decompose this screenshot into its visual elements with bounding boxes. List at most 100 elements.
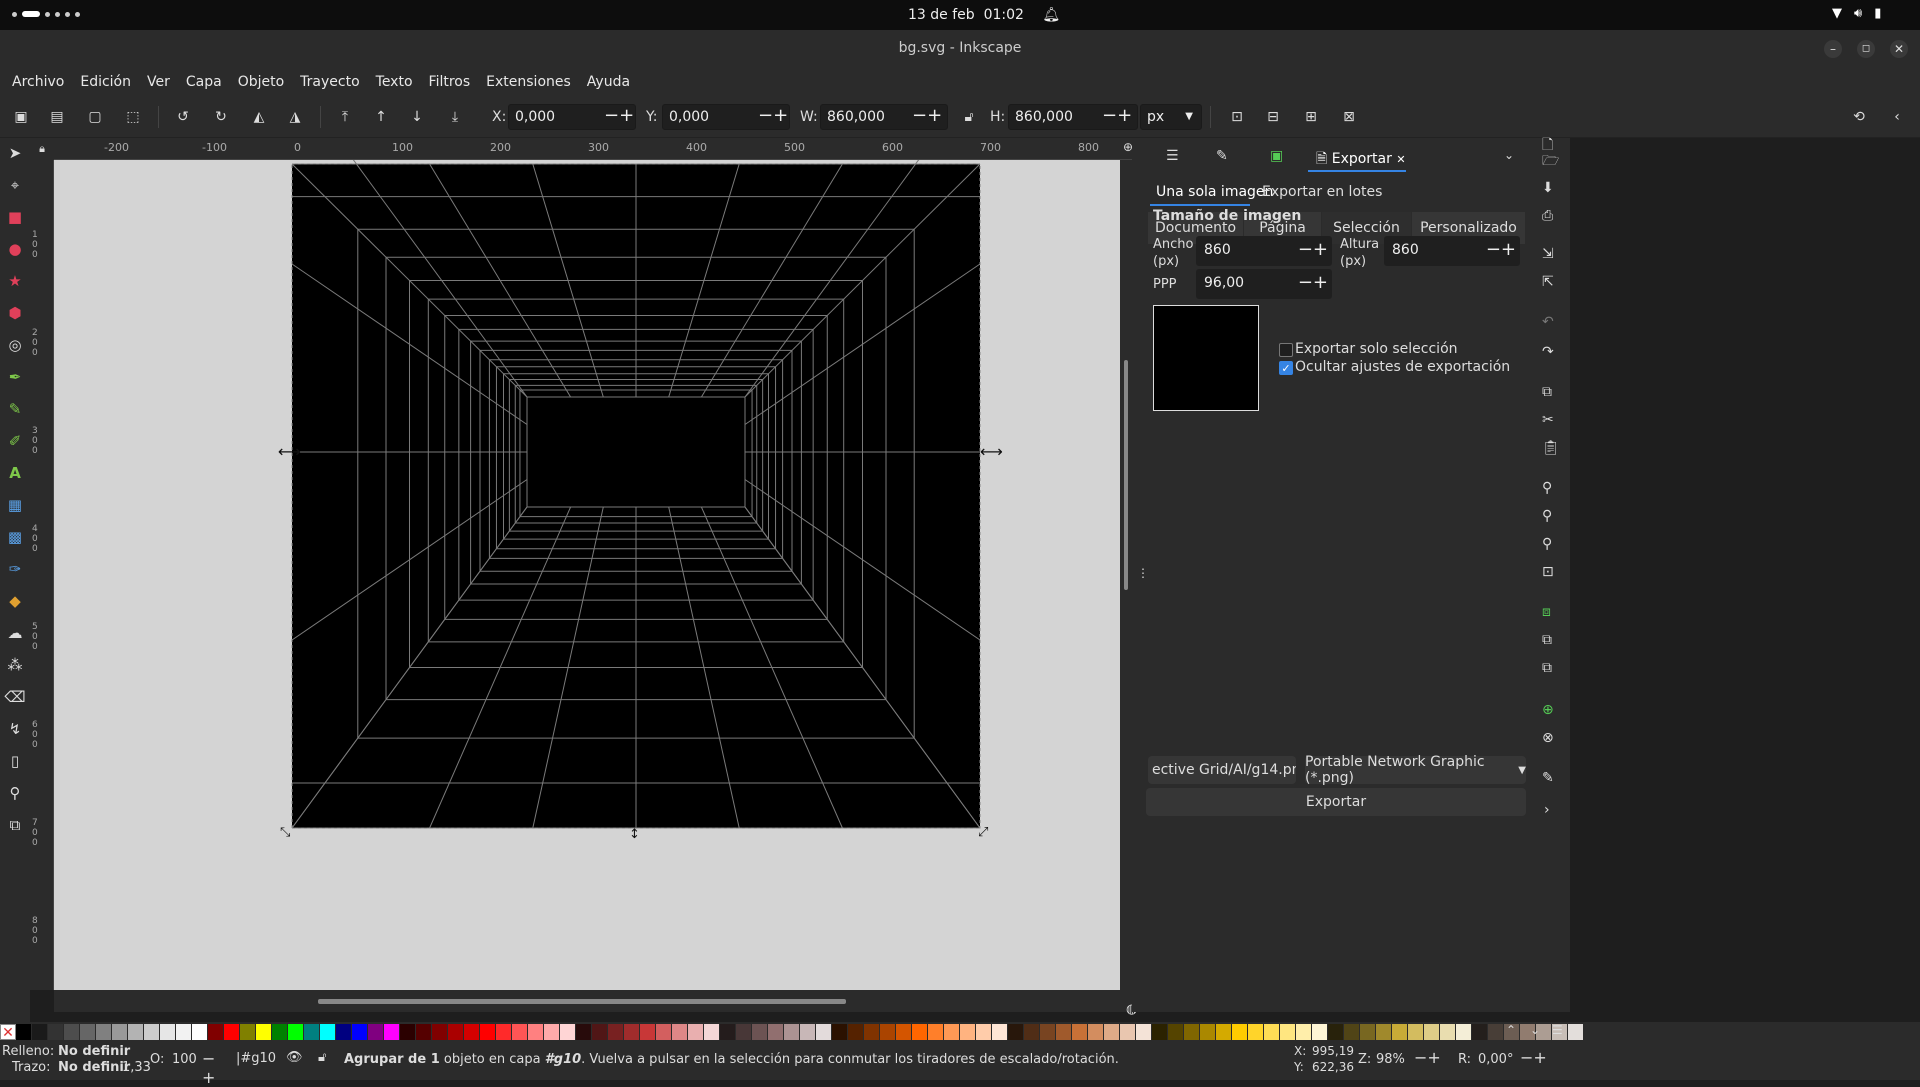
color-swatch[interactable] xyxy=(1264,1024,1280,1040)
color-swatch[interactable] xyxy=(352,1024,368,1040)
height-stepper[interactable]: −+ xyxy=(1486,239,1516,260)
color-swatch[interactable] xyxy=(320,1024,336,1040)
color-swatch[interactable] xyxy=(432,1024,448,1040)
transform-gradients-icon[interactable]: ⊞ xyxy=(1298,104,1324,130)
color-swatch[interactable] xyxy=(864,1024,880,1040)
mesh-tool-icon[interactable]: ▩ xyxy=(4,526,26,548)
star-tool-icon[interactable]: ★ xyxy=(4,270,26,292)
color-swatch[interactable] xyxy=(560,1024,576,1040)
pen-tool-icon[interactable]: ✒ xyxy=(4,366,26,388)
text-tool-icon[interactable]: A xyxy=(4,462,26,484)
scale-handle-corner-bl-icon[interactable]: ⤡ xyxy=(280,825,291,840)
color-swatch[interactable] xyxy=(1136,1024,1152,1040)
palette-menu-icon[interactable]: ☰ xyxy=(1552,1023,1563,1037)
width-stepper[interactable]: −+ xyxy=(1298,239,1328,260)
fill-value[interactable]: No definir xyxy=(58,1044,130,1059)
color-swatch[interactable] xyxy=(768,1024,784,1040)
eraser-tool-icon[interactable]: ⌫ xyxy=(4,686,26,708)
color-swatch[interactable] xyxy=(656,1024,672,1040)
color-swatch[interactable] xyxy=(1312,1024,1328,1040)
color-swatch[interactable] xyxy=(176,1024,192,1040)
color-swatch[interactable] xyxy=(1168,1024,1184,1040)
menu-trayecto[interactable]: Trayecto xyxy=(292,74,367,90)
ellipse-tool-icon[interactable]: ● xyxy=(4,238,26,260)
opacity-stepper[interactable]: −+ xyxy=(202,1049,222,1087)
zoom-drawing-icon[interactable]: ⚲ xyxy=(1542,508,1552,524)
transform-patterns-icon[interactable]: ⊠ xyxy=(1336,104,1362,130)
clone-icon[interactable]: ⧉ xyxy=(1542,632,1552,648)
scale-corners-icon[interactable]: ⊟ xyxy=(1260,104,1286,130)
menu-texto[interactable]: Texto xyxy=(368,74,421,90)
menu-filtros[interactable]: Filtros xyxy=(421,74,479,90)
color-swatch[interactable] xyxy=(1568,1024,1584,1040)
color-swatch[interactable] xyxy=(416,1024,432,1040)
spray-tool-icon[interactable]: ⁂ xyxy=(4,654,26,676)
vertical-scroll-thumb[interactable] xyxy=(1124,360,1128,590)
pages-tool-icon[interactable]: ▯ xyxy=(4,750,26,772)
menu-edicion[interactable]: Edición xyxy=(72,74,139,90)
color-swatch[interactable] xyxy=(1440,1024,1456,1040)
color-swatch[interactable] xyxy=(816,1024,832,1040)
unit-select[interactable]: px ▼ xyxy=(1140,104,1202,130)
dropper-tool-icon[interactable]: ✑ xyxy=(4,558,26,580)
color-swatch[interactable] xyxy=(288,1024,304,1040)
cut-icon[interactable]: ✂ xyxy=(1542,412,1554,428)
zoom-width-icon[interactable]: ⊡ xyxy=(1542,564,1554,580)
stroke-width[interactable]: 1,33 xyxy=(122,1060,151,1075)
color-swatch[interactable] xyxy=(1248,1024,1264,1040)
color-swatch[interactable] xyxy=(112,1024,128,1040)
color-swatch[interactable] xyxy=(1392,1024,1408,1040)
color-swatch[interactable] xyxy=(704,1024,720,1040)
touch-select-icon[interactable]: ⬚ xyxy=(120,104,146,130)
spiral-tool-icon[interactable]: ◎ xyxy=(4,334,26,356)
undo-icon[interactable]: ↶ xyxy=(1542,314,1554,330)
lower-to-bottom-icon[interactable]: ⤓ xyxy=(442,104,468,130)
color-swatch[interactable] xyxy=(736,1024,752,1040)
color-swatch[interactable] xyxy=(272,1024,288,1040)
color-swatch[interactable] xyxy=(1072,1024,1088,1040)
color-swatch[interactable] xyxy=(1152,1024,1168,1040)
batch-export-tab[interactable]: Exportar en lotes xyxy=(1262,184,1382,200)
print-icon[interactable]: ⎙ xyxy=(1542,208,1553,224)
duplicate-icon[interactable]: ⧈ xyxy=(1542,604,1551,620)
flip-horizontal-icon[interactable]: ◭ xyxy=(246,104,272,130)
copy-icon[interactable]: ⧉ xyxy=(1542,384,1552,400)
color-swatch[interactable] xyxy=(1056,1024,1072,1040)
flip-vertical-icon[interactable]: ◮ xyxy=(282,104,308,130)
export-button[interactable]: Exportar xyxy=(1146,788,1526,816)
vertical-scrollbar[interactable] xyxy=(1120,160,1132,990)
tweak-tool-icon[interactable]: ☁ xyxy=(4,622,26,644)
color-swatch[interactable] xyxy=(496,1024,512,1040)
rotation-value[interactable]: 0,00° xyxy=(1478,1052,1513,1067)
color-swatch[interactable] xyxy=(1216,1024,1232,1040)
color-swatch[interactable] xyxy=(1200,1024,1216,1040)
color-swatch[interactable] xyxy=(752,1024,768,1040)
zoom-selection-icon[interactable]: ⚲ xyxy=(1542,480,1552,496)
color-swatch[interactable] xyxy=(800,1024,816,1040)
horizontal-scroll-thumb[interactable] xyxy=(318,999,846,1004)
color-palette[interactable]: ✕ ⌃ ⌄ ☰ xyxy=(0,1022,1920,1042)
raise-to-top-icon[interactable]: ⤒ xyxy=(332,104,358,130)
no-paint-swatch[interactable]: ✕ xyxy=(0,1024,16,1041)
color-swatch[interactable] xyxy=(960,1024,976,1040)
color-swatch[interactable] xyxy=(1408,1024,1424,1040)
open-document-icon[interactable]: 🗁︎ xyxy=(1542,150,1559,174)
zoom-tool-icon[interactable]: ⚲ xyxy=(4,782,26,804)
xml-editor-icon[interactable]: ✎ xyxy=(1542,770,1554,786)
rotate-cw-icon[interactable]: ↻ xyxy=(208,104,234,130)
color-swatch[interactable] xyxy=(688,1024,704,1040)
color-swatch[interactable] xyxy=(976,1024,992,1040)
3d-box-tool-icon[interactable]: ⬢ xyxy=(4,302,26,324)
workspace-indicator[interactable] xyxy=(12,11,80,17)
height-input[interactable]: 860 −+ xyxy=(1384,236,1520,266)
select-all-icon[interactable]: ▣ xyxy=(8,104,34,130)
snap-toggle-icon[interactable]: ⟲ xyxy=(1846,104,1872,130)
menu-ver[interactable]: Ver xyxy=(139,74,178,90)
document-props-tab-icon[interactable]: ▣ xyxy=(1270,148,1283,164)
node-tool-icon[interactable]: ⌖ xyxy=(4,174,26,196)
color-swatch[interactable] xyxy=(240,1024,256,1040)
menu-capa[interactable]: Capa xyxy=(178,74,230,90)
color-swatch[interactable] xyxy=(32,1024,48,1040)
rotation-stepper[interactable]: −+ xyxy=(1520,1048,1547,1067)
filename-input[interactable]: ective Grid/AI/g14.png 🗁︎ xyxy=(1148,756,1296,784)
